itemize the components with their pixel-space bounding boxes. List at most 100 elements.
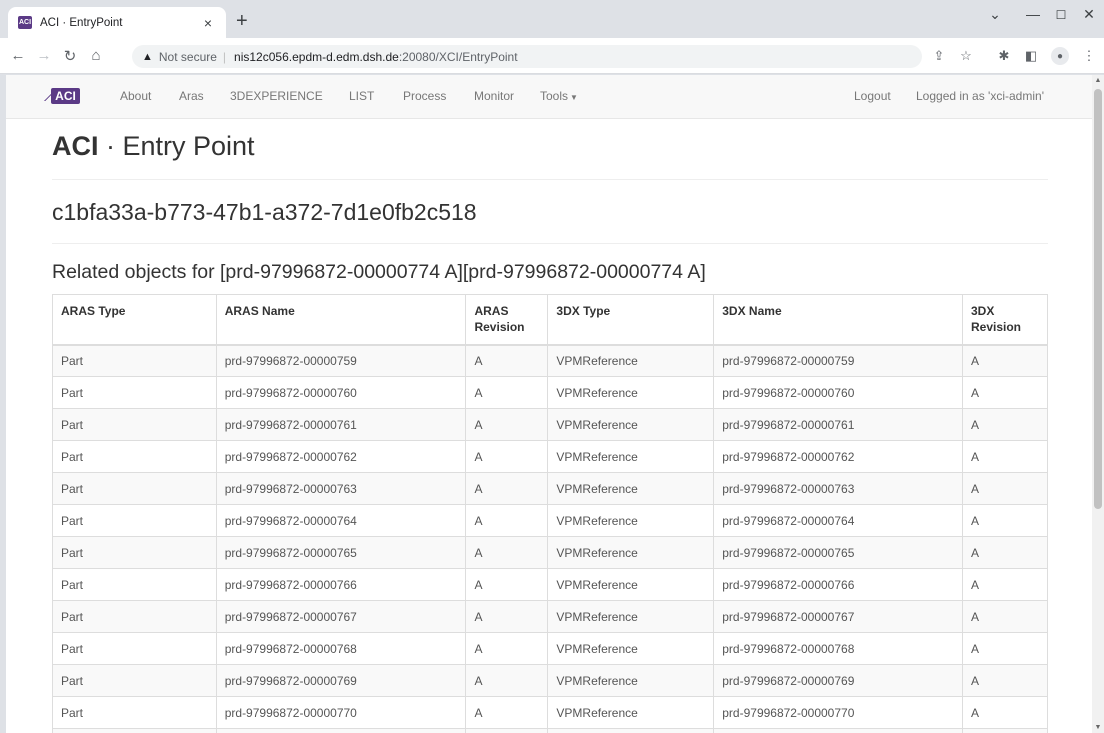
cell-3dx-type: VPMReference: [547, 440, 715, 473]
col-aras-revision: ARAS Revision: [465, 294, 549, 346]
cell-aras-revision: A: [465, 568, 549, 601]
page-title-brand: ACI: [52, 131, 99, 161]
page-title: ACI · Entry Point: [52, 131, 255, 162]
cell-3dx-name: prd-97996872-00000761: [713, 408, 963, 441]
caret-down-icon: ▼: [570, 93, 578, 102]
nav-list[interactable]: LIST: [349, 89, 374, 103]
extensions-icon[interactable]: ✱: [995, 48, 1013, 64]
table-row: Part prd-97996872-00000770 A VPMReference pr…: [52, 696, 1048, 729]
tab-search-icon[interactable]: ⌄: [985, 6, 1005, 23]
cell-aras-revision: A: [465, 376, 549, 409]
col-aras-type: ARAS Type: [52, 294, 217, 346]
col-3dx-name: 3DX Name: [713, 294, 963, 346]
table-row: Part prd-97996872-00000766 A VPMReference pr…: [52, 568, 1048, 601]
bookmark-star-icon[interactable]: ☆: [957, 48, 975, 64]
related-objects-table: ARAS Type ARAS Name ARAS Revision 3DX Ty…: [52, 294, 1048, 733]
cell-aras-name: prd-97996872-00000770: [215, 696, 467, 729]
cell-aras-revision: A: [465, 408, 549, 441]
table-row: Part prd-97996872-00000769 A VPMReference pr…: [52, 664, 1048, 697]
cell-aras-revision: A: [465, 504, 549, 537]
nav-about[interactable]: About: [120, 89, 151, 103]
back-icon[interactable]: ←: [6, 47, 30, 64]
nav-aras[interactable]: Aras: [179, 89, 204, 103]
cell-aras-type: Part: [52, 568, 217, 601]
cell-aras-type: Part: [52, 696, 217, 729]
cell-3dx-type: VPMReference: [547, 664, 715, 697]
cell-aras-name: prd-97996872-00000764: [215, 504, 467, 537]
object-guid: c1bfa33a-b773-47b1-a372-7d1e0fb2c518: [52, 199, 477, 225]
cell-3dx-revision: A: [962, 440, 1048, 473]
cell-3dx-type: VPMReference: [547, 344, 715, 377]
cell-aras-name: prd-97996872-00000763: [215, 472, 467, 505]
browser-toolbar: ← → ↻ ⌂ ▲ Not secure | nis12c056.epdm-d.…: [0, 38, 1104, 74]
cell-3dx-name: prd-97996872-00000768: [713, 632, 963, 665]
cell-3dx-type: VPMReference: [547, 568, 715, 601]
cell-3dx-type: VPMReference: [547, 728, 715, 733]
side-panel-icon[interactable]: ◧: [1022, 48, 1040, 64]
cell-3dx-revision: A: [962, 696, 1048, 729]
page-title-text: · Entry Point: [98, 131, 255, 161]
browser-tab[interactable]: ACI ACI · EntryPoint ×: [8, 7, 226, 38]
table-body: Part prd-97996872-00000759 A VPMReference pr…: [52, 344, 1048, 733]
cell-aras-revision: A: [465, 728, 549, 733]
reload-icon[interactable]: ↻: [58, 47, 82, 65]
window-close-icon[interactable]: ✕: [1079, 6, 1099, 23]
cell-3dx-revision: A: [962, 600, 1048, 633]
col-3dx-revision: 3DX Revision: [962, 294, 1048, 346]
nav-3dexperience[interactable]: 3DEXPERIENCE: [230, 89, 323, 103]
profile-avatar-icon[interactable]: ●: [1051, 47, 1069, 65]
logo-text: ACI: [51, 88, 80, 104]
home-icon[interactable]: ⌂: [84, 47, 108, 64]
cell-aras-type: Part: [52, 472, 217, 505]
cell-aras-revision: A: [465, 440, 549, 473]
scroll-up-icon[interactable]: ▲: [1094, 77, 1102, 84]
cell-aras-name: prd-97996872-00000760: [215, 376, 467, 409]
cell-3dx-revision: A: [962, 504, 1048, 537]
cell-aras-name: prd-97996872-00000759: [215, 344, 467, 377]
nav-process[interactable]: Process: [403, 89, 446, 103]
cell-3dx-revision: A: [962, 568, 1048, 601]
cell-3dx-revision: A: [962, 344, 1048, 377]
table-row: Part prd-97996872-00000767 A VPMReference pr…: [52, 600, 1048, 633]
browser-tabstrip: ACI ACI · EntryPoint × + ⌄ — ☐ ✕: [0, 0, 1104, 38]
table-row: Part prd-97996872-00000765 A VPMReference pr…: [52, 536, 1048, 569]
cell-3dx-revision: A: [962, 376, 1048, 409]
browser-menu-icon[interactable]: ⋮: [1080, 48, 1098, 64]
url-host: nis12c056.epdm-d.edm.dsh.de: [234, 49, 399, 64]
cell-aras-type: Part: [52, 664, 217, 697]
title-divider: [52, 179, 1048, 180]
cell-aras-type: Part: [52, 536, 217, 569]
cell-3dx-revision: A: [962, 536, 1048, 569]
nav-monitor[interactable]: Monitor: [474, 89, 514, 103]
tab-close-icon[interactable]: ×: [200, 15, 216, 31]
cell-aras-revision: A: [465, 472, 549, 505]
cell-aras-type: Part: [52, 728, 217, 733]
tab-title: ACI · EntryPoint: [40, 16, 123, 29]
col-3dx-type: 3DX Type: [547, 294, 715, 346]
new-tab-button[interactable]: +: [236, 11, 248, 31]
warning-icon[interactable]: ▲: [142, 51, 153, 63]
share-icon[interactable]: ⇪: [930, 48, 948, 64]
maximize-icon[interactable]: ☐: [1051, 8, 1071, 22]
cell-aras-type: Part: [52, 440, 217, 473]
table-row: Part prd-97996872-00000768 A VPMReference pr…: [52, 632, 1048, 665]
nav-tools-dropdown[interactable]: Tools ▼: [540, 89, 578, 103]
url-path: :20080/XCI/EntryPoint: [398, 49, 518, 64]
cell-3dx-name: prd-97996872-00000766: [713, 568, 963, 601]
address-bar[interactable]: ▲ Not secure | nis12c056.epdm-d.edm.dsh.…: [132, 45, 922, 68]
aci-logo[interactable]: ⁄ ACI: [45, 87, 80, 105]
aci-favicon-icon: ACI: [18, 16, 32, 29]
cell-aras-revision: A: [465, 536, 549, 569]
cell-aras-name: prd-97996872-00000769: [215, 664, 467, 697]
page-viewport: ⁄ ACI About Aras 3DEXPERIENCE LIST Proce…: [6, 75, 1092, 733]
page-scrollbar[interactable]: ▲ ▼: [1092, 75, 1104, 733]
scroll-down-icon[interactable]: ▼: [1094, 724, 1102, 731]
cell-3dx-name: prd-97996872-00000764: [713, 504, 963, 537]
scrollbar-thumb[interactable]: [1094, 89, 1102, 509]
table-header-row: ARAS Type ARAS Name ARAS Revision 3DX Ty…: [52, 294, 1048, 346]
minimize-icon[interactable]: —: [1023, 6, 1043, 22]
logout-link[interactable]: Logout: [854, 89, 891, 103]
cell-3dx-revision: A: [962, 472, 1048, 505]
cell-aras-revision: A: [465, 696, 549, 729]
forward-icon[interactable]: →: [32, 47, 56, 64]
